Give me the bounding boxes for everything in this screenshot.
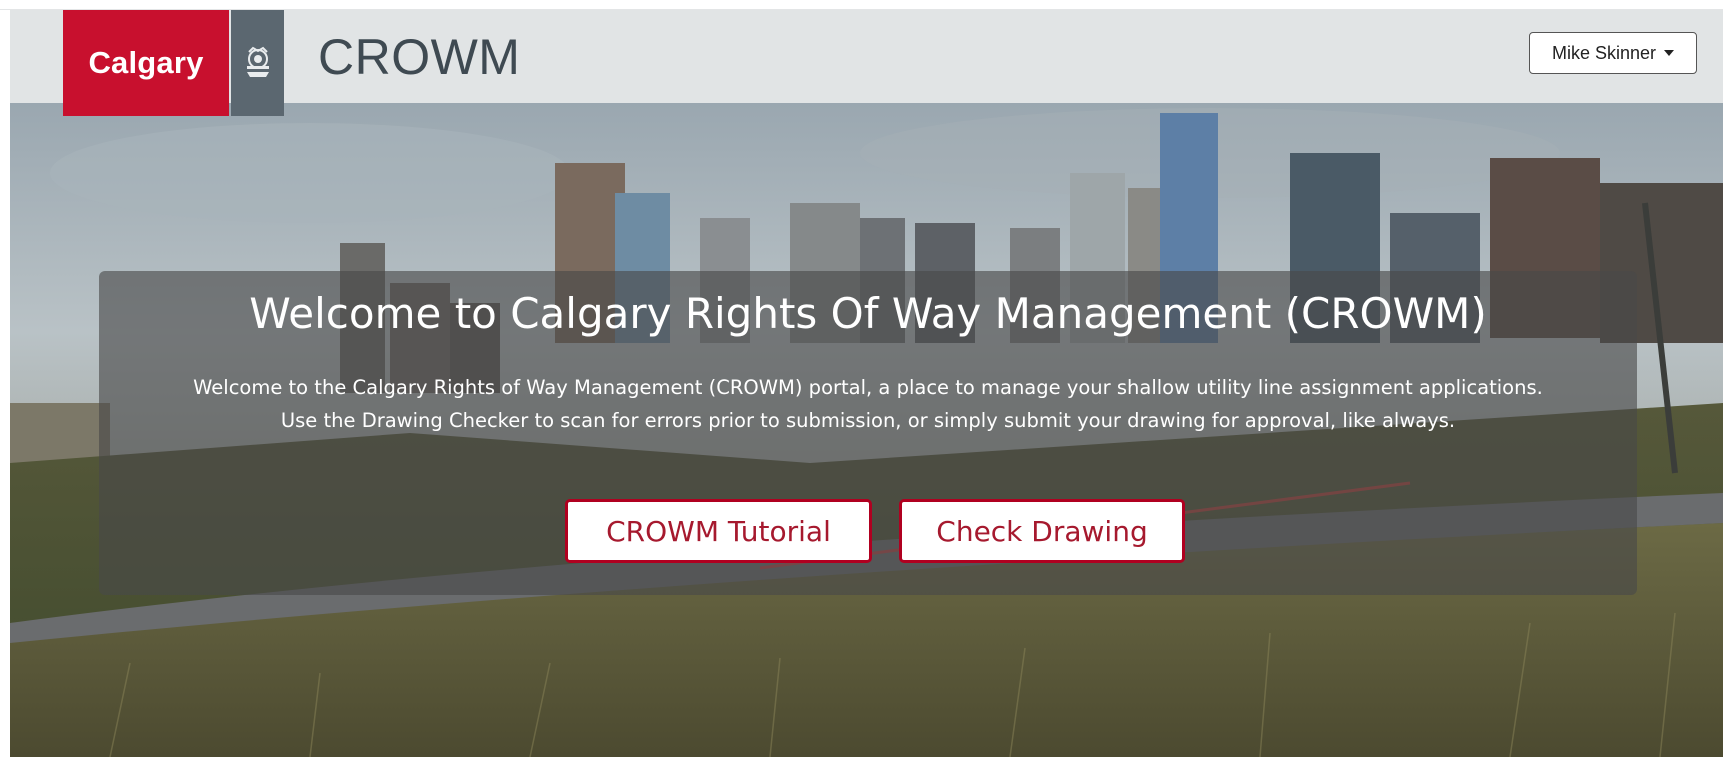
caret-down-icon (1664, 50, 1675, 56)
welcome-line-1: Welcome to the Calgary Rights of Way Man… (193, 376, 1543, 399)
user-name: Mike Skinner (1551, 42, 1657, 63)
crowm-tutorial-button[interactable]: CROWM Tutorial (565, 499, 872, 563)
user-menu-button[interactable]: Mike Skinner (1529, 32, 1697, 74)
check-drawing-button[interactable]: Check Drawing (899, 499, 1185, 563)
welcome-line-2: Use the Drawing Checker to scan for erro… (280, 409, 1456, 432)
hero-section: Welcome to Calgary Rights Of Way Managem… (10, 103, 1723, 757)
logo-text: Calgary (88, 45, 204, 80)
welcome-panel: Welcome to Calgary Rights Of Way Managem… (99, 271, 1637, 595)
city-crest-icon (231, 10, 284, 116)
welcome-title: Welcome to Calgary Rights Of Way Managem… (249, 289, 1487, 338)
site-header: Calgary CROWM Mike Skinner (10, 10, 1723, 116)
top-border (0, 0, 1723, 10)
calgary-logo[interactable]: Calgary (63, 10, 229, 116)
app-title: CROWM (318, 29, 521, 85)
welcome-description: Welcome to the Calgary Rights of Way Man… (99, 371, 1637, 437)
